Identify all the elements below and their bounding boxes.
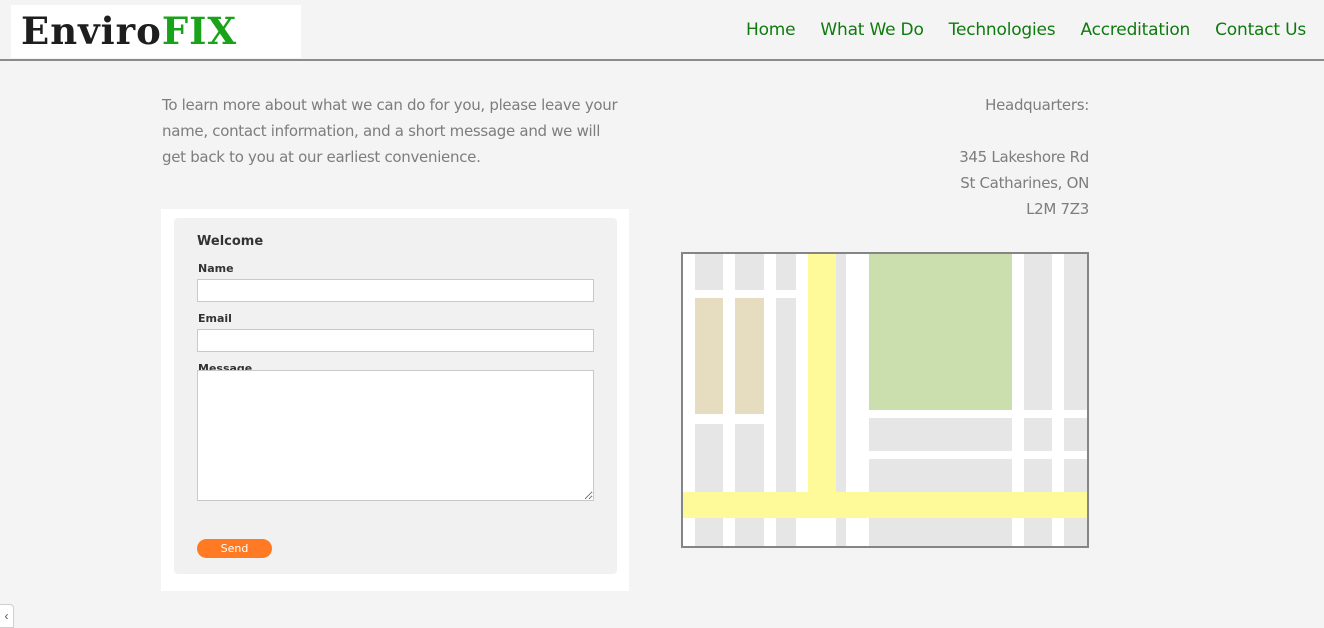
map-block xyxy=(695,424,723,546)
logo-text-enviro: Enviro xyxy=(21,9,162,53)
contact-form: Welcome Name Email Message Send xyxy=(174,218,617,574)
chevron-left-icon[interactable]: ‹ xyxy=(0,604,14,628)
nav-technologies[interactable]: Technologies xyxy=(949,20,1056,40)
map-block xyxy=(1024,418,1052,451)
address-line-1: 345 Lakeshore Rd xyxy=(959,148,1089,166)
email-input[interactable] xyxy=(197,329,594,352)
map-graphic xyxy=(683,254,1087,546)
map-building xyxy=(735,298,764,414)
contact-form-frame: Welcome Name Email Message Send xyxy=(161,209,629,591)
name-label: Name xyxy=(198,262,234,275)
nav-home[interactable]: Home xyxy=(746,20,796,40)
postal-code: L2M 7Z3 xyxy=(1026,200,1089,218)
map-block xyxy=(1024,254,1052,410)
address-line-2: St Catharines, ON xyxy=(960,174,1089,192)
nav-what-we-do[interactable]: What We Do xyxy=(820,20,923,40)
send-button[interactable]: Send xyxy=(197,539,272,558)
map-block xyxy=(735,424,764,546)
headquarters-block: Headquarters: 345 Lakeshore Rd St Cathar… xyxy=(959,92,1089,222)
main-nav: Home What We Do Technologies Accreditati… xyxy=(746,20,1306,40)
name-input[interactable] xyxy=(197,279,594,302)
form-title: Welcome xyxy=(197,234,264,249)
map-block xyxy=(1064,254,1087,410)
envirofix-logo[interactable]: EnviroFIX xyxy=(11,5,301,58)
location-map[interactable] xyxy=(681,252,1089,548)
headquarters-spacer xyxy=(959,118,1089,144)
site-header: EnviroFIX Home What We Do Technologies A… xyxy=(0,0,1324,61)
message-textarea[interactable] xyxy=(197,370,594,501)
nav-accreditation[interactable]: Accreditation xyxy=(1080,20,1190,40)
intro-paragraph: To learn more about what we can do for y… xyxy=(162,96,618,166)
map-block xyxy=(695,254,723,290)
email-label: Email xyxy=(198,312,232,325)
map-block xyxy=(776,254,796,290)
headquarters-heading: Headquarters: xyxy=(985,96,1089,114)
map-block xyxy=(869,418,1012,451)
map-block xyxy=(735,254,764,290)
map-park xyxy=(869,254,1012,410)
map-block xyxy=(1064,418,1087,451)
nav-contact-us[interactable]: Contact Us xyxy=(1215,20,1306,40)
logo-text-fix: FIX xyxy=(161,9,238,53)
map-road-horizontal xyxy=(683,492,1087,518)
map-road-vertical xyxy=(808,254,836,518)
map-building xyxy=(695,298,723,414)
